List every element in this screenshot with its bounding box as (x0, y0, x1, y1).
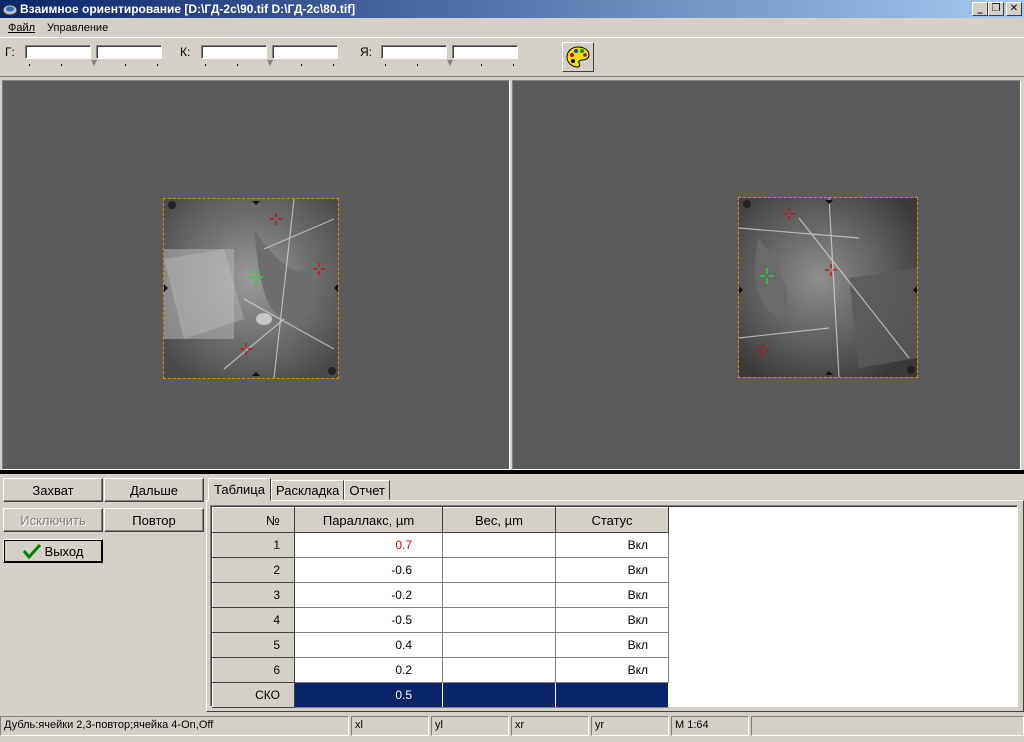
palette-button[interactable] (562, 42, 594, 72)
pane-divider[interactable] (0, 470, 1024, 474)
app-icon (2, 1, 18, 17)
row-number: 6 (212, 657, 295, 683)
parallax-cell[interactable]: 0.7 (294, 532, 443, 558)
status-xr: xr (511, 716, 589, 736)
tab-report[interactable]: Отчет (344, 480, 390, 500)
k-label: К: (180, 45, 191, 59)
exit-button[interactable]: Выход (3, 539, 103, 563)
k-field-2[interactable] (272, 45, 338, 59)
restore-button[interactable]: ❐ (988, 2, 1004, 16)
parallax-cell[interactable]: 0.2 (294, 657, 443, 683)
weight-cell[interactable] (442, 532, 556, 558)
weight-cell[interactable] (442, 632, 556, 658)
g-label: Г: (5, 45, 15, 59)
header-number[interactable]: № (212, 507, 295, 533)
menu-control[interactable]: Управление (41, 22, 114, 34)
weight-cell[interactable] (442, 557, 556, 583)
capture-button[interactable]: Захват (3, 478, 103, 502)
right-image-pane[interactable] (512, 80, 1021, 470)
parallax-cell[interactable]: -0.6 (294, 557, 443, 583)
tab-strip: Таблица Раскладка Отчет (208, 478, 390, 501)
table-row[interactable]: 5 0.4 Вкл (212, 632, 669, 658)
table-row[interactable]: 2 -0.6 Вкл (212, 557, 669, 583)
row-number: 1 (212, 532, 295, 558)
status-scale: M 1:64 (671, 716, 749, 736)
table-row[interactable]: 1 0.7 Вкл (212, 532, 669, 558)
status-yr: yr (591, 716, 669, 736)
right-photo[interactable] (738, 197, 918, 378)
row-number: 3 (212, 582, 295, 608)
summary-status-cell[interactable] (555, 682, 669, 708)
weight-cell[interactable] (442, 582, 556, 608)
status-xl: xl (351, 716, 429, 736)
status-cell[interactable]: Вкл (555, 607, 669, 633)
header-status[interactable]: Статус (555, 507, 669, 533)
left-photo[interactable] (163, 198, 339, 379)
parallax-cell[interactable]: -0.2 (294, 582, 443, 608)
left-image-pane[interactable] (2, 80, 510, 470)
status-cell[interactable]: Вкл (555, 582, 669, 608)
status-yl: yl (431, 716, 509, 736)
status-cell[interactable]: Вкл (555, 657, 669, 683)
ya-label: Я: (360, 45, 372, 59)
summary-parallax-cell[interactable]: 0.5 (294, 682, 443, 708)
header-parallax[interactable]: Параллакс, µm (294, 507, 443, 533)
window-title: Взаимное ориентирование [D:\ГД-2с\90.tif… (20, 2, 356, 16)
table-row[interactable]: 3 -0.2 Вкл (212, 582, 669, 608)
checkmark-icon (22, 543, 41, 559)
ya-field-2[interactable] (452, 45, 518, 59)
table-row[interactable]: 6 0.2 Вкл (212, 657, 669, 683)
summary-weight-cell[interactable] (442, 682, 556, 708)
close-button[interactable]: ✕ (1006, 2, 1022, 16)
toolbar: Г: К: Я: (0, 37, 1024, 77)
status-cell[interactable]: Вкл (555, 632, 669, 658)
status-extra (751, 716, 1024, 736)
exit-label: Выход (44, 543, 84, 559)
menu-bar: Файл Управление (0, 18, 1024, 37)
title-bar: Взаимное ориентирование [D:\ГД-2с\90.tif… (0, 0, 1024, 18)
parallax-grid[interactable]: № Параллакс, µm Вес, µm Статус 1 0.7 Вкл… (210, 505, 1018, 708)
repeat-button[interactable]: Повтор (104, 508, 204, 532)
exclude-button[interactable]: Исключить (3, 508, 103, 532)
weight-cell[interactable] (442, 607, 556, 633)
tab-layout[interactable]: Раскладка (270, 480, 345, 500)
g-field-1[interactable] (25, 45, 91, 59)
slider-ticks (0, 64, 520, 68)
status-cell[interactable]: Вкл (555, 557, 669, 583)
k-field-1[interactable] (201, 45, 267, 59)
status-cell[interactable]: Вкл (555, 532, 669, 558)
parallax-cell[interactable]: -0.5 (294, 607, 443, 633)
status-bar: Дубль:ячейки 2,3-повтор;ячейка 4-On,Off … (0, 714, 1024, 738)
parallax-cell[interactable]: 0.4 (294, 632, 443, 658)
summary-label: СКО (212, 682, 295, 708)
image-panes (0, 78, 1024, 470)
header-weight[interactable]: Вес, µm (442, 507, 556, 533)
table-row[interactable]: 4 -0.5 Вкл (212, 607, 669, 633)
next-button[interactable]: Дальше (104, 478, 204, 502)
minimize-button[interactable]: _ (972, 2, 988, 16)
palette-icon (566, 46, 590, 68)
row-number: 5 (212, 632, 295, 658)
ya-field-1[interactable] (381, 45, 447, 59)
menu-file[interactable]: Файл (2, 22, 41, 34)
summary-row[interactable]: СКО 0.5 (212, 682, 669, 708)
weight-cell[interactable] (442, 657, 556, 683)
status-message: Дубль:ячейки 2,3-повтор;ячейка 4-On,Off (0, 716, 349, 736)
g-field-2[interactable] (96, 45, 162, 59)
row-number: 4 (212, 607, 295, 633)
tab-table[interactable]: Таблица (208, 478, 271, 501)
table-header-row: № Параллакс, µm Вес, µm Статус (212, 507, 669, 533)
row-number: 2 (212, 557, 295, 583)
